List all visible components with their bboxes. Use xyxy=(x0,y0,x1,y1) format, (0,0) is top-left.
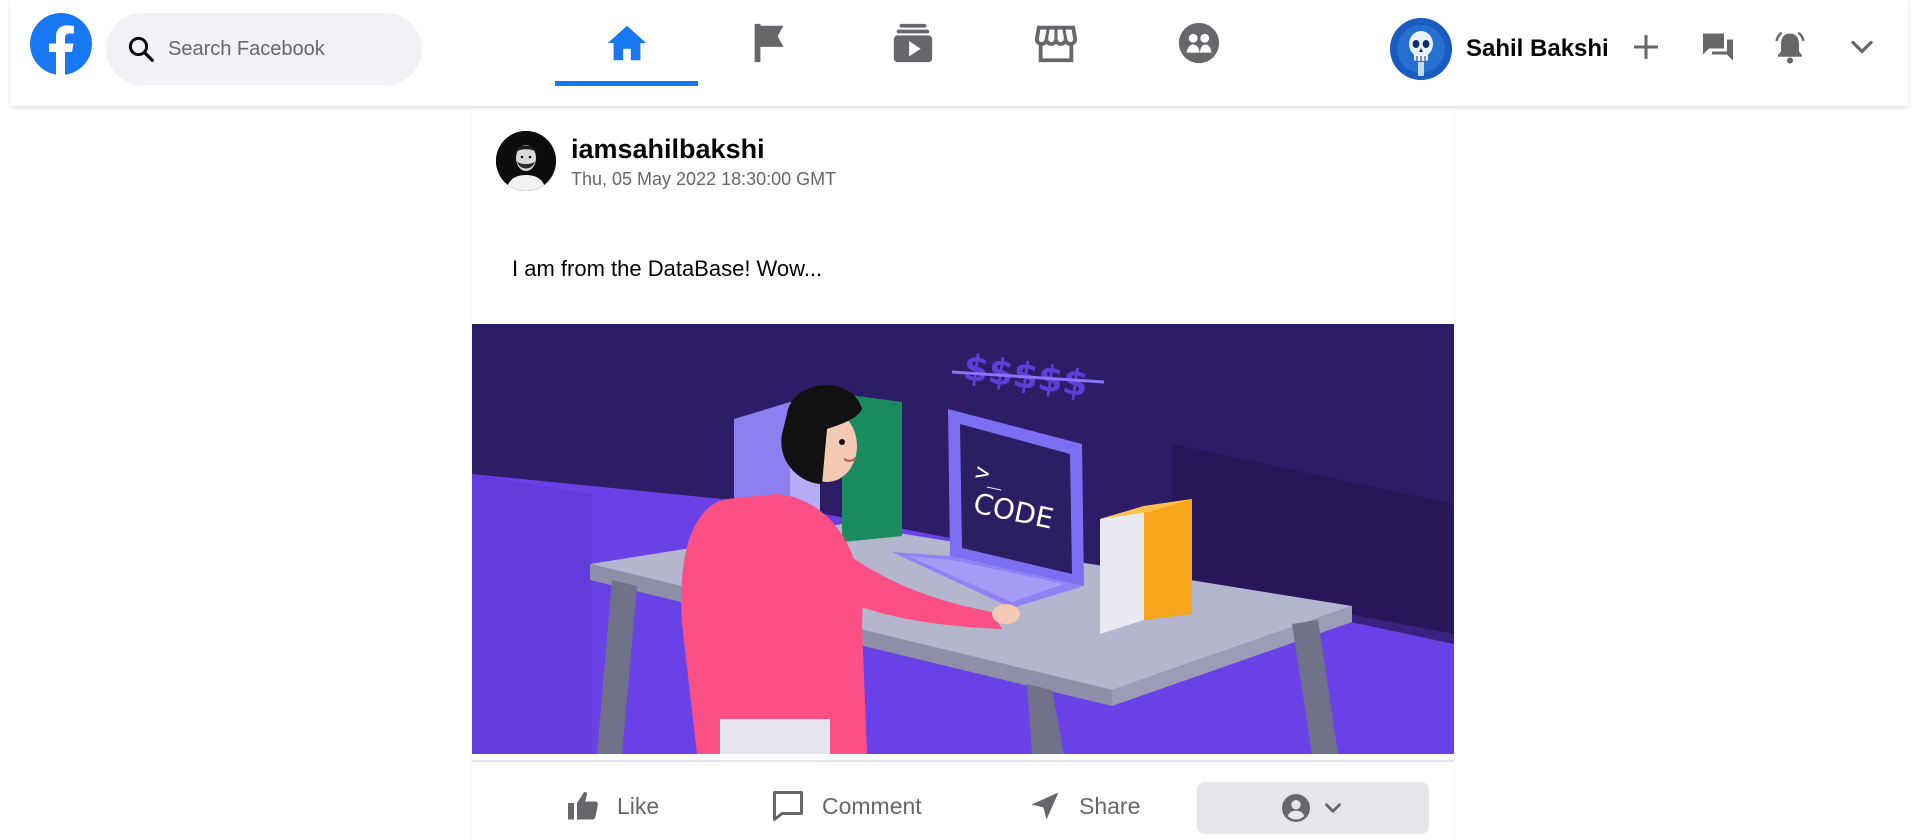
profile-chip[interactable]: Sahil Bakshi xyxy=(1390,18,1609,80)
tab-marketplace[interactable] xyxy=(984,0,1127,86)
coding-illustration: $$$$$ >_ CODE xyxy=(472,324,1454,754)
tab-home[interactable] xyxy=(555,0,698,86)
post-author-avatar[interactable] xyxy=(496,131,556,191)
tab-groups[interactable] xyxy=(1127,0,1270,86)
home-icon xyxy=(607,25,646,61)
create-button[interactable] xyxy=(1621,22,1671,72)
top-navbar: Sahil Bakshi xyxy=(10,0,1908,106)
video-icon xyxy=(893,23,932,63)
tab-pages[interactable] xyxy=(698,0,841,86)
like-button[interactable]: Like xyxy=(565,780,659,832)
post-divider xyxy=(472,760,1454,762)
post-text: I am from the DataBase! Wow... xyxy=(512,256,823,281)
search-icon xyxy=(128,36,154,62)
comment-icon xyxy=(773,791,803,821)
profile-name: Sahil Bakshi xyxy=(1466,35,1609,62)
groups-icon xyxy=(1178,22,1219,64)
share-icon xyxy=(1031,792,1059,820)
post-timestamp[interactable]: Thu, 05 May 2022 18:30:00 GMT xyxy=(571,169,836,190)
skull-avatar-icon xyxy=(1390,18,1452,80)
search-input[interactable] xyxy=(166,36,410,62)
person-avatar-icon xyxy=(496,131,556,191)
post-author-name[interactable]: iamsahilbakshi xyxy=(571,134,765,165)
chevron-down-icon xyxy=(1851,40,1873,54)
store-icon xyxy=(1034,25,1077,63)
messenger-button[interactable] xyxy=(1693,22,1743,72)
avatar xyxy=(1390,18,1452,80)
tab-watch[interactable] xyxy=(841,0,984,86)
like-label: Like xyxy=(617,792,660,819)
account-circle-icon xyxy=(1282,794,1310,822)
chevron-down-icon xyxy=(1325,803,1341,813)
thumbs-up-icon xyxy=(568,792,598,820)
post-image[interactable]: $$$$$ >_ CODE xyxy=(472,324,1454,754)
flag-icon xyxy=(754,23,783,63)
facebook-logo-icon[interactable] xyxy=(30,13,92,75)
share-button[interactable]: Share xyxy=(1027,780,1140,832)
bell-icon xyxy=(1775,31,1805,64)
search-bar[interactable] xyxy=(106,13,422,85)
comment-label: Comment xyxy=(822,792,922,819)
account-menu-button[interactable] xyxy=(1837,22,1887,72)
audience-selector[interactable] xyxy=(1197,782,1429,834)
post-card: iamsahilbakshi Thu, 05 May 2022 18:30:00… xyxy=(472,108,1454,840)
messenger-icon xyxy=(1703,33,1733,61)
comment-button[interactable]: Comment xyxy=(770,780,922,832)
notifications-button[interactable] xyxy=(1765,22,1815,72)
plus-icon xyxy=(1634,35,1658,59)
share-label: Share xyxy=(1079,792,1141,819)
